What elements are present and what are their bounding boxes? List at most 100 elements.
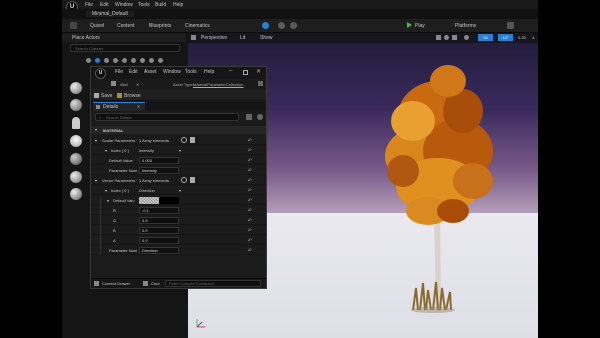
- material-section-header[interactable]: ▾ MATERIAL: [91, 126, 266, 134]
- maximize-icon[interactable]: [243, 70, 248, 75]
- vector-color-swatch-alpha[interactable]: [159, 197, 179, 204]
- vector-index-reset-icon[interactable]: ↶: [248, 188, 252, 194]
- world-local-icon[interactable]: [464, 35, 469, 40]
- vector-default-reset-icon[interactable]: ↶: [248, 198, 252, 204]
- lit-button[interactable]: Lit: [240, 35, 245, 41]
- save-all-icon[interactable]: [70, 22, 77, 29]
- volumes-icon[interactable]: [149, 58, 154, 63]
- details-tab[interactable]: Details ✕: [93, 102, 145, 111]
- scalar-param-name-input[interactable]: Intensity: [139, 167, 179, 174]
- menu-build[interactable]: Build: [155, 2, 166, 8]
- vector-r-input[interactable]: -0.1: [139, 207, 179, 214]
- menu-help[interactable]: Help: [173, 2, 183, 8]
- cmd-icon[interactable]: [143, 281, 148, 286]
- recent-icon[interactable]: [86, 58, 91, 63]
- vector-index-expand-icon[interactable]: ▾: [105, 188, 107, 193]
- vector-r-reset-icon[interactable]: ↶: [248, 208, 252, 214]
- scalar-delete-icon[interactable]: [190, 137, 195, 143]
- save-icon[interactable]: [94, 93, 99, 98]
- empty-actor-icon[interactable]: [70, 82, 82, 94]
- vector-param-name-input[interactable]: Direction: [139, 247, 179, 254]
- close-icon[interactable]: ✕: [256, 68, 261, 75]
- play-icon[interactable]: [407, 22, 412, 28]
- console-command-input[interactable]: Enter Console Command: [165, 280, 261, 287]
- settings-icon[interactable]: [507, 22, 514, 29]
- asset-menu-asset[interactable]: Asset: [144, 69, 157, 75]
- camera-speed-value[interactable]: 4: [532, 35, 534, 40]
- foliage-mode-icon[interactable]: [290, 22, 297, 29]
- menu-file[interactable]: File: [85, 2, 93, 8]
- minimize-icon[interactable]: –: [229, 68, 232, 74]
- asset-type-link[interactable]: MaterialParameterCollection: [193, 82, 243, 87]
- menu-edit[interactable]: Edit: [100, 2, 109, 8]
- asset-menu-file[interactable]: File: [115, 69, 123, 75]
- translate-icon[interactable]: [436, 35, 441, 40]
- browse-icon[interactable]: [117, 93, 122, 98]
- scale-icon[interactable]: [452, 35, 457, 40]
- point-light-icon[interactable]: [70, 135, 82, 147]
- content-drawer-button[interactable]: Content Drawer: [102, 281, 130, 286]
- browse-button[interactable]: Browse: [124, 93, 141, 99]
- vector-default-expand-icon[interactable]: ▾: [107, 198, 109, 203]
- cinematic-icon[interactable]: [122, 58, 127, 63]
- cmd-dropdown[interactable]: Cmd: [151, 281, 159, 286]
- scalar-param-name-reset-icon[interactable]: ↶: [248, 168, 252, 174]
- vector-delete-icon[interactable]: [190, 177, 195, 183]
- vector-index-dropdown-icon[interactable]: ▾: [179, 188, 181, 193]
- vector-g-input[interactable]: 0.0: [139, 217, 179, 224]
- show-button[interactable]: Show: [260, 35, 273, 41]
- platforms-button[interactable]: Platforms: [455, 23, 476, 29]
- details-view-icon[interactable]: [246, 114, 252, 120]
- project-tab[interactable]: Minimal_Default: [86, 11, 134, 17]
- scalar-index-reset-icon[interactable]: ↶: [248, 148, 252, 154]
- details-search-input[interactable]: ⌕ Search Details: [95, 113, 239, 121]
- details-settings-icon[interactable]: [257, 114, 263, 120]
- vector-a-input[interactable]: 0.0: [139, 237, 179, 244]
- vector-param-name-reset-icon[interactable]: ↶: [248, 248, 252, 254]
- asset-menu-window[interactable]: Window: [163, 69, 181, 75]
- scalar-default-input[interactable]: 0.003: [139, 157, 179, 164]
- menu-tools[interactable]: Tools: [138, 2, 150, 8]
- scalar-default-reset-icon[interactable]: ↶: [248, 158, 252, 164]
- vector-g-reset-icon[interactable]: ↶: [248, 218, 252, 224]
- scalar-index-dropdown-icon[interactable]: ▾: [179, 148, 181, 153]
- geometry-icon[interactable]: [140, 58, 145, 63]
- lights-icon[interactable]: [104, 58, 109, 63]
- rotation-snap-value[interactable]: 10°: [498, 34, 513, 41]
- quixel-button[interactable]: Quixel: [90, 23, 104, 29]
- vector-b-reset-icon[interactable]: ↶: [248, 228, 252, 234]
- scalar-index-expand-icon[interactable]: ▾: [105, 148, 107, 153]
- grid-tab-label[interactable]: Grid: [120, 82, 128, 87]
- select-mode-icon[interactable]: [262, 22, 269, 29]
- cube-icon[interactable]: [70, 171, 82, 183]
- save-button[interactable]: Save: [101, 93, 112, 99]
- vector-color-swatch[interactable]: [139, 197, 159, 204]
- asset-menu-tools[interactable]: Tools: [185, 69, 197, 75]
- menu-window[interactable]: Window: [115, 2, 133, 8]
- perspective-button[interactable]: Perspective: [201, 35, 227, 41]
- details-tab-close-icon[interactable]: ✕: [137, 104, 140, 109]
- mat-tab-close-icon[interactable]: ✕: [136, 82, 139, 87]
- pawn-icon[interactable]: [72, 117, 80, 129]
- asset-settings-icon[interactable]: [258, 81, 263, 86]
- scale-snap-value[interactable]: 0.25: [518, 35, 526, 40]
- content-button[interactable]: Content: [117, 23, 135, 29]
- scalar-reset-icon[interactable]: ↶: [248, 138, 252, 144]
- viewport-menu-icon[interactable]: [191, 35, 196, 40]
- vector-a-reset-icon[interactable]: ↶: [248, 238, 252, 244]
- visual-effects-icon[interactable]: [131, 58, 136, 63]
- landscape-mode-icon[interactable]: [278, 22, 285, 29]
- basic-icon[interactable]: [95, 58, 100, 63]
- play-button[interactable]: Play: [415, 23, 425, 29]
- vector-b-input[interactable]: 0.0: [139, 227, 179, 234]
- vector-add-icon[interactable]: [181, 177, 187, 183]
- place-actors-tab[interactable]: Place Actors: [62, 33, 186, 42]
- rotate-icon[interactable]: [444, 35, 449, 40]
- cinematics-button[interactable]: Cinematics: [185, 23, 210, 29]
- shapes-icon[interactable]: [113, 58, 118, 63]
- empty-character-icon[interactable]: [70, 99, 82, 111]
- vector-reset-icon[interactable]: ↶: [248, 178, 252, 184]
- sphere-icon[interactable]: [70, 188, 82, 200]
- all-classes-icon[interactable]: [158, 58, 163, 63]
- vector-expand-icon[interactable]: ▾: [95, 178, 97, 183]
